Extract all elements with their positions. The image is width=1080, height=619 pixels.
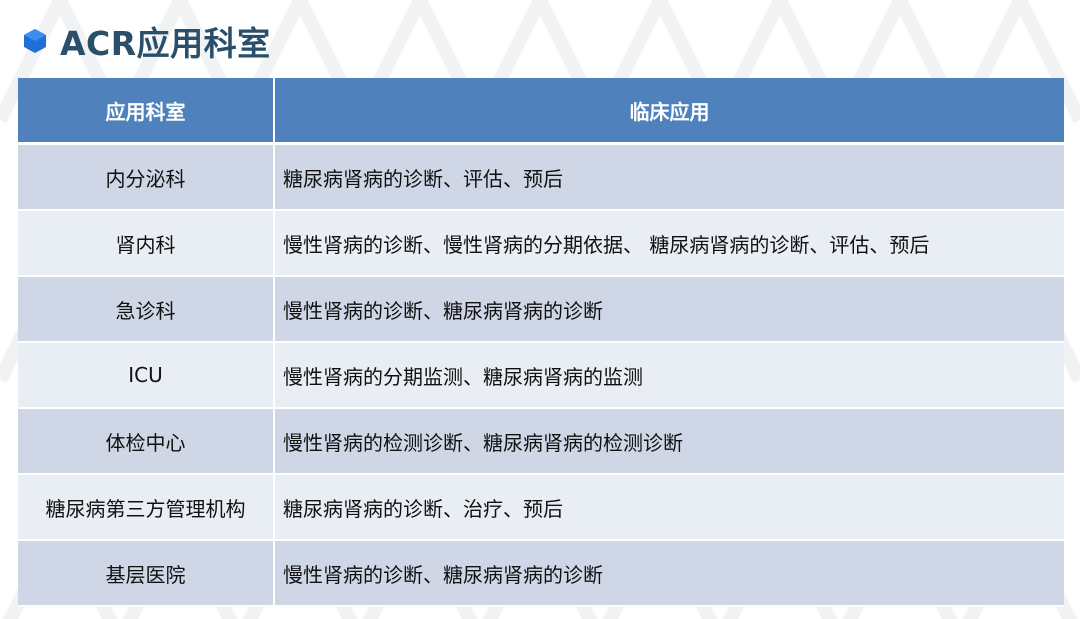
- table-header-row: 应用科室 临床应用: [18, 78, 1064, 145]
- table-row: 肾内科 慢性肾病的诊断、慢性肾病的分期依据、 糖尿病肾病的诊断、评估、预后: [18, 210, 1064, 277]
- page-title: ACR应用科室: [60, 24, 271, 63]
- table-row: 糖尿病第三方管理机构 糖尿病肾病的诊断、治疗、预后: [18, 474, 1064, 541]
- department-application-table: 应用科室 临床应用 内分泌科 糖尿病肾病的诊断、评估、预后 肾内科 慢性肾病的诊…: [18, 78, 1064, 607]
- table-row: ICU 慢性肾病的分期监测、糖尿病肾病的监测: [18, 342, 1064, 409]
- hexagon-bullet-icon: [22, 28, 48, 54]
- department-cell: 基层医院: [18, 540, 275, 607]
- department-cell: 急诊科: [18, 276, 275, 343]
- department-cell: 体检中心: [18, 408, 275, 475]
- application-cell: 糖尿病肾病的诊断、治疗、预后: [274, 474, 1064, 541]
- department-cell: 肾内科: [18, 210, 275, 277]
- title-bar: ACR应用科室: [22, 16, 271, 66]
- table-row: 内分泌科 糖尿病肾病的诊断、评估、预后: [18, 143, 1064, 211]
- application-cell: 慢性肾病的检测诊断、糖尿病肾病的检测诊断: [274, 408, 1064, 475]
- application-cell: 慢性肾病的诊断、慢性肾病的分期依据、 糖尿病肾病的诊断、评估、预后: [274, 210, 1064, 277]
- header-clinical-application: 临床应用: [274, 78, 1064, 145]
- application-cell: 慢性肾病的诊断、糖尿病肾病的诊断: [274, 540, 1064, 607]
- application-cell: 慢性肾病的分期监测、糖尿病肾病的监测: [274, 342, 1064, 409]
- application-cell: 慢性肾病的诊断、糖尿病肾病的诊断: [274, 276, 1064, 343]
- header-department: 应用科室: [18, 78, 275, 145]
- table-row: 基层医院 慢性肾病的诊断、糖尿病肾病的诊断: [18, 540, 1064, 607]
- table-row: 急诊科 慢性肾病的诊断、糖尿病肾病的诊断: [18, 276, 1064, 343]
- department-cell: 糖尿病第三方管理机构: [18, 474, 275, 541]
- table-row: 体检中心 慢性肾病的检测诊断、糖尿病肾病的检测诊断: [18, 408, 1064, 475]
- department-cell: ICU: [18, 342, 275, 409]
- application-cell: 糖尿病肾病的诊断、评估、预后: [274, 143, 1064, 211]
- department-cell: 内分泌科: [18, 143, 275, 211]
